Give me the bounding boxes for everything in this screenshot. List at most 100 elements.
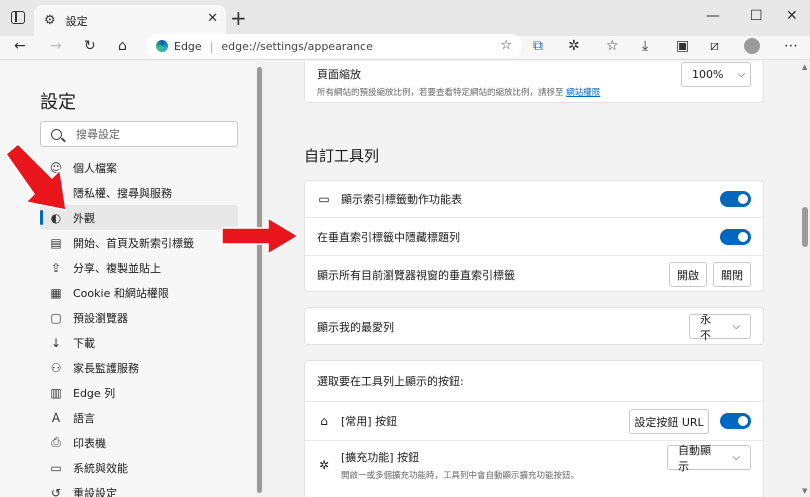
- vertical-tabs-off-button[interactable]: 關閉: [713, 262, 751, 287]
- scroll-down-icon[interactable]: ▼: [802, 487, 807, 495]
- vertical-tabs-row: 顯示所有目前瀏覽器視窗的垂直索引標籤 開啟 關閉: [305, 256, 763, 293]
- toolbar-card: ▭ 顯示索引標籤動作功能表 在垂直索引標籤中隱藏標題列 顯示所有目前瀏覽器視窗的…: [304, 180, 764, 292]
- tab-actions-toggle[interactable]: [720, 191, 751, 207]
- download-icon: ↓: [50, 335, 62, 350]
- favorites-bar-select[interactable]: 永不 ⌵: [689, 313, 751, 342]
- red-arrow-sidebar-icon: [4, 142, 67, 211]
- edge-logo-icon: [156, 40, 168, 52]
- row-label: 顯示索引標籤動作功能表: [341, 193, 462, 206]
- close-window-icon[interactable]: ✕: [786, 8, 798, 24]
- row-label: [擴充功能] 按鈕: [341, 451, 420, 464]
- home-icon[interactable]: ⌂: [118, 38, 127, 54]
- set-button-url-button[interactable]: 設定按鈕 URL: [629, 409, 709, 434]
- search-icon: [51, 128, 62, 140]
- sidebar-item-cookies[interactable]: ▦ Cookie 和網站權限: [40, 280, 238, 305]
- sidebar-item-label: 下載: [73, 336, 95, 350]
- sidebar-item-start-home[interactable]: ▤ 開始、首頁及新索引標籤: [40, 230, 238, 255]
- address-separator: |: [209, 39, 214, 53]
- home-icon: ⌂: [320, 414, 328, 428]
- downloads-icon[interactable]: ⤓: [642, 38, 648, 54]
- sidebar-item-label: 隱私權、搜尋與服務: [73, 186, 172, 200]
- home-page-icon: ▤: [50, 235, 62, 250]
- scroll-up-icon[interactable]: ▲: [802, 63, 807, 71]
- vertical-tabs-on-button[interactable]: 開啟: [669, 262, 707, 287]
- sidebar-item-label: 印表機: [73, 436, 106, 450]
- toolbar-buttons-title: 選取要在工具列上顯示的按鈕:: [317, 375, 464, 388]
- address-bar[interactable]: Edge | edge://settings/appearance ☆: [146, 34, 522, 58]
- tab-actions-icon[interactable]: [11, 11, 25, 24]
- share-icon: ⇪: [50, 260, 62, 275]
- more-menu-icon[interactable]: ⋯: [784, 38, 798, 54]
- row-label: [常用] 按鈕: [341, 415, 398, 428]
- cookie-icon: ▦: [50, 285, 62, 300]
- web-capture-icon[interactable]: ▣: [676, 38, 689, 54]
- chevron-down-icon: ⌵: [737, 69, 746, 80]
- home-button-toggle[interactable]: [720, 413, 751, 429]
- sidebar-item-label: 預設瀏覽器: [73, 311, 128, 325]
- collections-icon[interactable]: ⧄: [710, 38, 719, 54]
- forward-icon[interactable]: →: [50, 38, 62, 54]
- sidebar-item-label: 系統與效能: [73, 461, 128, 475]
- translate-icon[interactable]: ⧉: [533, 38, 543, 54]
- sidebar-item-default-browser[interactable]: ▢ 預設瀏覽器: [40, 305, 238, 330]
- sidebar-item-label: 分享、複製並貼上: [73, 261, 161, 275]
- maximize-icon[interactable]: ☐: [750, 8, 763, 24]
- reset-icon: ↺: [50, 485, 62, 497]
- sidebar-scroll-thumb[interactable]: [257, 67, 262, 493]
- extensions-button-value: 自動顯示: [678, 443, 711, 473]
- sidebar-item-share[interactable]: ⇪ 分享、複製並貼上: [40, 255, 238, 280]
- sidebar-item-languages[interactable]: A 語言: [40, 405, 238, 430]
- row-label: 在垂直索引標籤中隱藏標題列: [317, 230, 460, 244]
- search-placeholder: 搜尋設定: [76, 128, 120, 141]
- favorites-bar-card: 顯示我的最愛列 永不 ⌵: [304, 307, 764, 345]
- close-tab-icon[interactable]: ✕: [207, 11, 218, 26]
- favorite-star-icon[interactable]: ☆: [500, 38, 512, 53]
- chevron-down-icon: ⌵: [732, 321, 740, 332]
- sidebar-item-system[interactable]: ▭ 系統與效能: [40, 455, 238, 480]
- sidebar-item-label: Cookie 和網站權限: [73, 286, 169, 300]
- extensions-icon[interactable]: ✲: [568, 38, 580, 54]
- new-tab-icon[interactable]: +: [230, 6, 247, 30]
- content-scroll-thumb[interactable]: [802, 207, 808, 247]
- avatar[interactable]: [744, 38, 760, 54]
- sidebar-item-reset[interactable]: ↺ 重設設定: [40, 480, 238, 497]
- content-scrollbar[interactable]: ▲ ▼: [800, 61, 810, 497]
- url-text: edge://settings/appearance: [221, 39, 373, 53]
- sidebar-item-family[interactable]: ⚇ 家長監護服務: [40, 355, 238, 380]
- zoom-description-text: 所有網站的預設縮放比例，若要查看特定網站的縮放比例，請移至: [317, 88, 564, 98]
- zoom-description: 所有網站的預設縮放比例，若要查看特定網站的縮放比例，請移至 網站權限: [317, 86, 751, 98]
- system-icon: ▭: [50, 460, 62, 475]
- settings-content: 頁面縮放 所有網站的預設縮放比例，若要查看特定網站的縮放比例，請移至 網站權限 …: [264, 61, 800, 497]
- zoom-card: 頁面縮放 所有網站的預設縮放比例，若要查看特定網站的縮放比例，請移至 網站權限 …: [304, 61, 764, 103]
- tab-actions-menu-icon: ▭: [318, 192, 330, 206]
- back-icon[interactable]: ←: [14, 38, 26, 54]
- minimize-icon[interactable]: —: [706, 8, 720, 24]
- hide-titlebar-row: 在垂直索引標籤中隱藏標題列: [305, 218, 763, 255]
- tab-settings[interactable]: ⚙ 設定 ✕: [34, 5, 226, 36]
- refresh-icon[interactable]: ↻: [84, 38, 96, 54]
- favorites-icon[interactable]: ☆: [606, 38, 619, 54]
- zoom-select[interactable]: 100% ⌵: [681, 62, 751, 87]
- sidebar-item-downloads[interactable]: ↓ 下載: [40, 330, 238, 355]
- row-label: 顯示所有目前瀏覽器視窗的垂直索引標籤: [317, 268, 515, 282]
- sidebar-item-label: Edge 列: [73, 386, 116, 400]
- sidebar-scrollbar[interactable]: [256, 61, 264, 497]
- browser-toolbar: ← → ↻ ⌂ Edge | edge://settings/appearanc…: [0, 34, 810, 60]
- chevron-down-icon: ⌵: [732, 452, 740, 463]
- sidebar-item-label: 語言: [73, 411, 95, 425]
- site-permissions-link[interactable]: 網站權限: [566, 88, 600, 98]
- family-icon: ⚇: [50, 360, 62, 375]
- row-label: 顯示我的最愛列: [317, 321, 394, 334]
- hide-titlebar-toggle[interactable]: [720, 228, 751, 245]
- sidebar-item-label: 開始、首頁及新索引標籤: [73, 236, 194, 250]
- printer-icon: ⎙: [51, 435, 61, 449]
- sidebar-item-edge-bar[interactable]: ▥ Edge 列: [40, 380, 238, 405]
- sidebar-item-label: 家長監護服務: [73, 361, 139, 375]
- sidebar-item-printers[interactable]: ⎙ 印表機: [40, 430, 238, 455]
- sidebar-title: 設定: [40, 92, 76, 113]
- extensions-text: [擴充功能] 按鈕 開啟一或多個擴充功能時，工具列中會自動顯示擴充功能按鈕。: [341, 449, 579, 481]
- section-title-toolbar: 自訂工具列: [304, 147, 380, 165]
- zoom-value: 100%: [692, 68, 724, 81]
- favorites-bar-value: 永不: [700, 312, 711, 342]
- extensions-button-select[interactable]: 自動顯示 ⌵: [667, 444, 751, 473]
